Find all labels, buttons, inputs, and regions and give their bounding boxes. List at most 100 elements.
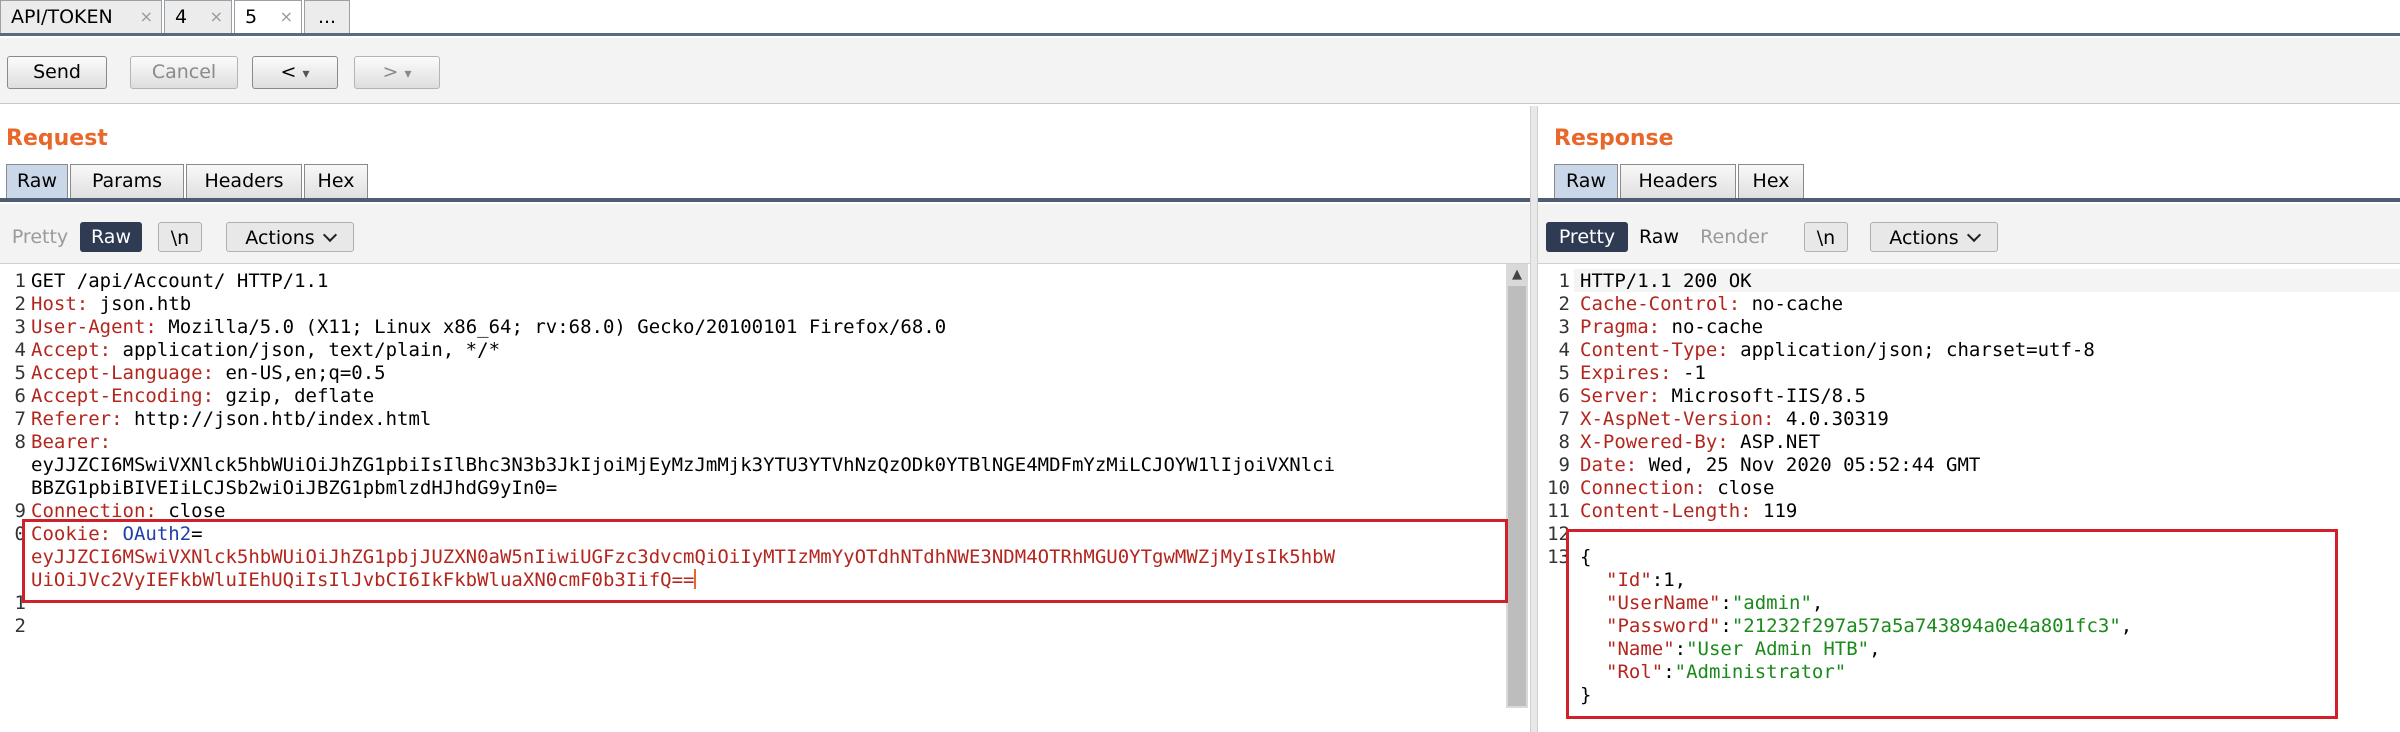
request-line-wrap: BBZG1pbiBIVEIiLCJSb2wiOiJBZG1pbmlzdHJhdG… [31, 477, 557, 500]
actions-label: Actions [1889, 227, 1959, 249]
header-key: X-AspNet-Version: [1580, 408, 1775, 430]
chevron-down-icon [322, 227, 337, 243]
header-value: -1 [1671, 362, 1706, 384]
bearer-token: BBZG1pbiBIVEIiLCJSb2wiOiJBZG1pbmlzdHJhdG… [31, 477, 558, 499]
pane-splitter[interactable] [1530, 106, 1538, 732]
close-icon[interactable]: × [280, 1, 293, 33]
forward-arrow-icon: > [382, 61, 399, 83]
line-number: 9 [1558, 454, 1570, 476]
response-line: Expires: -1 [1580, 362, 1706, 385]
bearer-token: eyJJZCI6MSwiVXNlck5hbWUiOiJhZG1pbiIsIlBh… [31, 454, 1336, 476]
back-button[interactable]: < ▾ [252, 56, 338, 89]
header-value: no-cache [1660, 316, 1764, 338]
divider [0, 198, 1530, 202]
newline-toggle[interactable]: \n [158, 222, 202, 252]
actions-label: Actions [245, 227, 315, 249]
response-line: X-AspNet-Version: 4.0.30319 [1580, 408, 1889, 431]
header-value: json.htb [88, 293, 192, 315]
render-button[interactable]: Render [1690, 222, 1778, 252]
header-key: Host: [31, 293, 89, 315]
response-line: Content-Type: application/json; charset=… [1580, 339, 2095, 362]
tab-hex[interactable]: Hex [304, 164, 368, 198]
header-value: Microsoft-IIS/8.5 [1660, 385, 1866, 407]
response-line: Cache-Control: no-cache [1580, 293, 1843, 316]
response-line: Pragma: no-cache [1580, 316, 1763, 339]
json-highlight-box [1566, 529, 2338, 719]
header-value: http://json.htb/index.html [122, 408, 432, 430]
line-number: 5 [14, 362, 26, 384]
tab-label: 5 [245, 6, 258, 28]
send-button[interactable]: Send [7, 56, 107, 89]
tab-5[interactable]: 5 × [234, 0, 302, 33]
line-number: 3 [1558, 316, 1570, 338]
response-line: Server: Microsoft-IIS/8.5 [1580, 385, 1866, 408]
tab-headers[interactable]: Headers [1620, 164, 1736, 198]
tab-raw[interactable]: Raw [1554, 164, 1618, 198]
cookie-highlight-box [22, 519, 1508, 603]
request-line: Accept-Language: en-US,en;q=0.5 [31, 362, 386, 385]
request-tab-bar: API/TOKEN × 4 × 5 × ... [0, 0, 2400, 36]
request-line: Accept-Encoding: gzip, deflate [31, 385, 374, 408]
request-view-bar: Pretty Raw \n Actions [0, 204, 1530, 264]
raw-button[interactable]: Raw [1632, 222, 1686, 252]
line-number: 2 [14, 615, 26, 637]
header-key: Content-Length: [1580, 500, 1752, 522]
header-value: gzip, deflate [214, 385, 375, 407]
header-key: Connection: [1580, 477, 1706, 499]
response-line: Connection: close [1580, 477, 1774, 500]
divider [1538, 198, 2400, 202]
request-line: Accept: application/json, text/plain, */… [31, 339, 500, 362]
header-key: Server: [1580, 385, 1661, 407]
line-number: 5 [1558, 362, 1570, 384]
header-value: 119 [1751, 500, 1798, 522]
header-key: Accept-Encoding: [31, 385, 215, 407]
line-number: 10 [1547, 477, 1570, 499]
request-line: Bearer: [31, 431, 111, 454]
forward-button[interactable]: > ▾ [354, 56, 440, 89]
header-key: Expires: [1580, 362, 1672, 384]
response-line: Content-Length: 119 [1580, 500, 1797, 523]
close-icon[interactable]: × [140, 1, 153, 33]
tab-params[interactable]: Params [70, 164, 184, 198]
raw-button[interactable]: Raw [80, 222, 142, 252]
send-toolbar: Send Cancel < ▾ > ▾ [0, 38, 2400, 104]
response-title: Response [1554, 126, 1674, 151]
header-key: Cache-Control: [1580, 293, 1741, 315]
request-editor[interactable]: 1 GET /api/Account/ HTTP/1.1 2 Host: jso… [0, 264, 1504, 714]
response-view-bar: Pretty Raw Render \n Actions [1538, 204, 2400, 264]
header-value: GET /api/Account/ HTTP/1.1 [31, 270, 329, 292]
request-pane: Request Raw Params Headers Hex Pretty Ra… [0, 106, 1530, 732]
pretty-button[interactable]: Pretty [4, 222, 76, 252]
header-key: Referer: [31, 408, 123, 430]
tab-label: API/TOKEN [11, 6, 113, 28]
header-key: Pragma: [1580, 316, 1661, 338]
actions-menu[interactable]: Actions [226, 222, 354, 252]
header-key: Content-Type: [1580, 339, 1729, 361]
line-number: 1 [1558, 270, 1570, 292]
tab-hex[interactable]: Hex [1738, 164, 1804, 198]
cancel-button[interactable]: Cancel [130, 56, 238, 89]
tab-more[interactable]: ... [304, 0, 350, 33]
request-line: User-Agent: Mozilla/5.0 (X11; Linux x86_… [31, 316, 946, 339]
response-line: Date: Wed, 25 Nov 2020 05:52:44 GMT [1580, 454, 1980, 477]
back-arrow-icon: < [280, 61, 297, 83]
tab-api-token[interactable]: API/TOKEN × [0, 0, 162, 33]
header-value: en-US,en;q=0.5 [214, 362, 386, 384]
tab-raw[interactable]: Raw [6, 164, 68, 198]
scrollbar-thumb[interactable] [1508, 286, 1526, 706]
actions-menu[interactable]: Actions [1870, 222, 1998, 252]
header-value: Wed, 25 Nov 2020 05:52:44 GMT [1637, 454, 1981, 476]
pretty-button[interactable]: Pretty [1546, 222, 1628, 252]
newline-toggle[interactable]: \n [1804, 222, 1848, 252]
header-value: 4.0.30319 [1774, 408, 1889, 430]
tab-4[interactable]: 4 × [164, 0, 232, 33]
line-number: 2 [1558, 293, 1570, 315]
scroll-up-icon[interactable]: ▲ [1508, 266, 1526, 284]
line-number: 4 [1558, 339, 1570, 361]
line-number: 8 [1558, 431, 1570, 453]
request-title: Request [6, 126, 108, 151]
chevron-down-icon: ▾ [404, 66, 412, 82]
tab-headers[interactable]: Headers [186, 164, 302, 198]
response-line: X-Powered-By: ASP.NET [1580, 431, 1820, 454]
close-icon[interactable]: × [210, 1, 223, 33]
